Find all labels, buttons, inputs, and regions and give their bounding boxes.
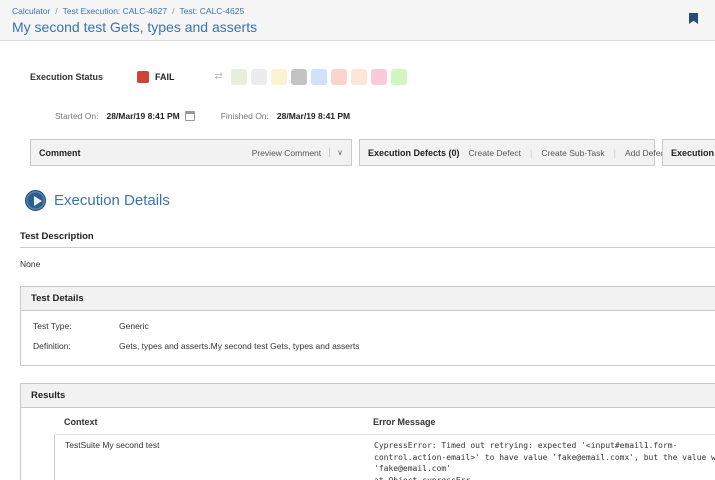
page-header: Calculator / Test Execution: CALC-4627 / Tes… <box>0 0 715 41</box>
error-message-column-header: Error Message <box>373 417 715 427</box>
definition-value: Gets, types and asserts.My second test G… <box>119 341 359 351</box>
finished-on-value[interactable]: 28/Mar/19 8:41 PM <box>277 111 350 121</box>
execution-defects-panel-header: Execution Defects (0) Create Defect | Cr… <box>359 139 655 166</box>
test-description-section: Test Description None <box>20 231 715 269</box>
result-row: TestSuite My second test CypressError: T… <box>54 435 715 480</box>
panels-row: Comment Preview Comment ∨ Execution Defe… <box>30 139 715 166</box>
context-cell: TestSuite My second test <box>55 440 374 480</box>
test-details-body: Test Type: Generic Definition: Gets, typ… <box>21 311 715 365</box>
breadcrumb-test-link[interactable]: Test: CALC-4625 <box>179 6 244 16</box>
fail-status-square <box>137 71 149 83</box>
dates-row: Started On: 28/Mar/19 8:41 PM Finished O… <box>55 109 715 123</box>
status-color-swatch[interactable] <box>251 69 267 85</box>
status-palette <box>231 69 407 85</box>
test-description-title: Test Description <box>20 231 715 248</box>
results-header: Results <box>21 384 715 408</box>
started-on-value[interactable]: 28/Mar/19 8:41 PM <box>106 111 179 121</box>
comment-panel-header: Comment Preview Comment ∨ <box>30 139 352 166</box>
execution-status-value[interactable]: FAIL <box>137 71 175 83</box>
results-table-header: Context Error Message <box>54 417 715 434</box>
breadcrumb-separator: / <box>55 6 57 16</box>
error-line: control.action-email>' to have value 'fa… <box>374 452 715 464</box>
finished-on-label: Finished On: <box>221 111 269 121</box>
test-type-value: Generic <box>119 321 149 331</box>
chevron-down-icon[interactable]: ∨ <box>329 148 343 157</box>
test-type-label: Test Type: <box>33 321 119 331</box>
error-line: at Object.cypressErr <box>374 475 715 480</box>
page: Calculator / Test Execution: CALC-4627 / Tes… <box>0 0 715 480</box>
status-color-swatch[interactable] <box>271 69 287 85</box>
execution-evidence-title: Execution Evidence <box>671 148 715 158</box>
started-on-label: Started On: <box>55 111 98 121</box>
calendar-icon[interactable] <box>185 111 195 121</box>
execution-defects-title: Execution Defects (0) <box>368 148 460 158</box>
context-column-header: Context <box>54 417 373 427</box>
status-color-swatch[interactable] <box>351 69 367 85</box>
breadcrumb: Calculator / Test Execution: CALC-4627 / Tes… <box>12 6 703 16</box>
create-defect-button[interactable]: Create Defect <box>469 148 521 158</box>
test-details-header: Test Details <box>21 287 715 311</box>
breadcrumb-separator: / <box>172 6 174 16</box>
fail-status-text: FAIL <box>155 72 175 82</box>
error-line: CypressError: Timed out retrying: expect… <box>374 440 715 452</box>
test-details-box: Test Details Test Type: Generic Definiti… <box>20 286 715 366</box>
test-type-row: Test Type: Generic <box>33 321 715 331</box>
status-color-swatch[interactable] <box>291 69 307 85</box>
play-icon <box>25 190 46 211</box>
action-separator: | <box>530 148 532 158</box>
action-separator: | <box>614 148 616 158</box>
breadcrumb-project-link[interactable]: Calculator <box>12 6 50 16</box>
error-line: 'fake@email.com' <box>374 463 715 475</box>
status-color-swatch[interactable] <box>231 69 247 85</box>
execution-details-heading: Execution Details <box>25 190 715 211</box>
execution-status-row: Execution Status FAIL ⇄ <box>30 69 715 85</box>
test-description-value: None <box>20 259 715 269</box>
change-status-arrows-icon[interactable]: ⇄ <box>215 72 223 82</box>
status-color-swatch[interactable] <box>331 69 347 85</box>
comment-panel-title: Comment <box>39 148 81 158</box>
execution-status-label: Execution Status <box>30 72 103 82</box>
definition-label: Definition: <box>33 341 119 351</box>
results-body: Context Error Message TestSuite My secon… <box>21 408 715 480</box>
breadcrumb-test-execution-link[interactable]: Test Execution: CALC-4627 <box>63 6 167 16</box>
create-sub-task-button[interactable]: Create Sub-Task <box>541 148 604 158</box>
status-color-swatch[interactable] <box>371 69 387 85</box>
preview-comment-button[interactable]: Preview Comment <box>252 148 321 158</box>
page-title: My second test Gets, types and asserts <box>12 19 703 35</box>
status-color-swatch[interactable] <box>311 69 327 85</box>
execution-evidence-panel-header: Execution Evidence <box>662 139 715 166</box>
execution-details-heading-text: Execution Details <box>54 192 170 209</box>
error-message-cell: CypressError: Timed out retrying: expect… <box>374 440 715 480</box>
results-box: Results Context Error Message TestSuite … <box>20 383 715 480</box>
status-color-swatch[interactable] <box>391 69 407 85</box>
definition-row: Definition: Gets, types and asserts.My s… <box>33 341 715 351</box>
